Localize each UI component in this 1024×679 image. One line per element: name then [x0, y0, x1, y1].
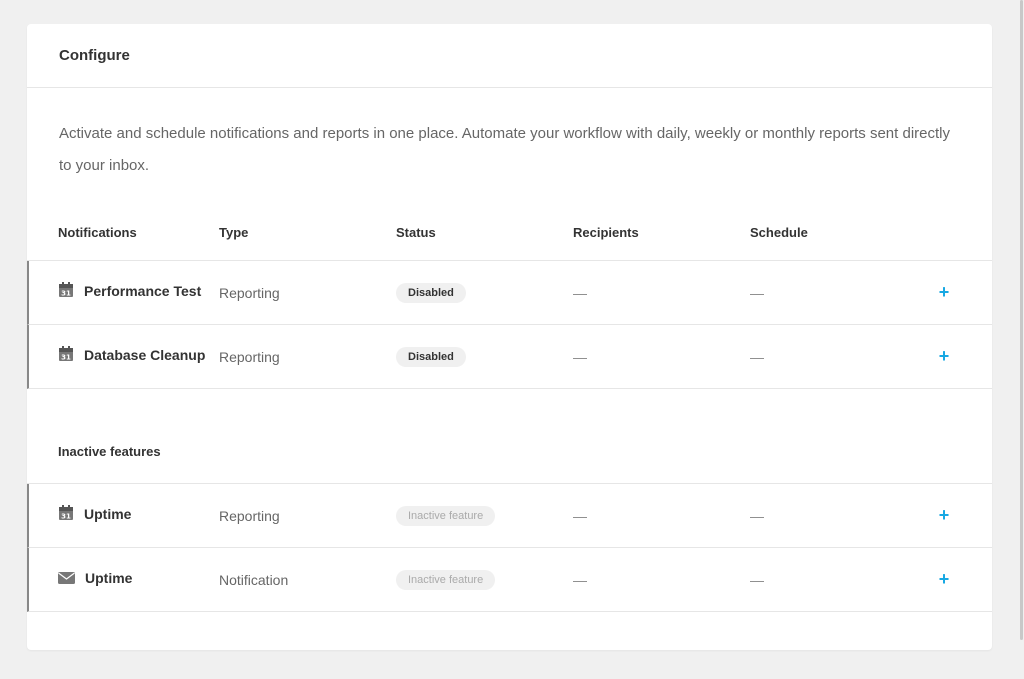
row-recipients: — [573, 507, 587, 524]
add-button[interactable]: + [936, 569, 952, 590]
row-schedule: — [750, 348, 764, 365]
row-name-cell: 31 Performance Test [29, 279, 219, 306]
table-row[interactable]: Uptime Notification Inactive feature — —… [27, 548, 992, 612]
row-schedule: — [750, 284, 764, 301]
calendar-icon: 31 [58, 281, 74, 306]
row-name: Uptime [84, 506, 132, 522]
add-button[interactable]: + [936, 282, 952, 303]
table-row[interactable]: 31 Uptime Reporting Inactive feature — —… [27, 484, 992, 548]
calendar-icon: 31 [58, 504, 74, 529]
card-header: Configure [27, 24, 992, 88]
status-badge: Inactive feature [396, 569, 496, 590]
status-badge: Inactive feature [396, 505, 496, 526]
row-recipients: — [573, 284, 587, 301]
table-header: Notifications Type Status Recipients Sch… [27, 204, 992, 261]
row-name: Uptime [85, 570, 133, 586]
row-type: Notification [219, 571, 289, 588]
svg-text:31: 31 [61, 290, 71, 298]
mail-icon [58, 568, 75, 593]
header-type: Type [219, 224, 249, 240]
row-type: Reporting [219, 348, 280, 365]
row-name: Database Cleanup [84, 347, 206, 363]
row-type: Reporting [219, 507, 280, 524]
svg-text:31: 31 [61, 354, 71, 362]
header-status: Status [396, 224, 436, 240]
row-name-cell: 31 Uptime [29, 502, 219, 529]
header-schedule: Schedule [750, 224, 808, 240]
row-name-cell: 31 Database Cleanup [29, 343, 219, 370]
table-row[interactable]: 31 Performance Test Reporting Disabled —… [27, 261, 992, 325]
row-name: Performance Test [84, 283, 202, 299]
row-type: Reporting [219, 284, 280, 301]
header-recipients: Recipients [573, 224, 639, 240]
row-schedule: — [750, 571, 764, 588]
status-badge: Disabled [396, 346, 466, 367]
svg-text:31: 31 [61, 513, 71, 521]
inactive-features-title: Inactive features [27, 389, 992, 484]
add-button[interactable]: + [936, 505, 952, 526]
table-row[interactable]: 31 Database Cleanup Reporting Disabled —… [27, 325, 992, 389]
card-description: Activate and schedule notifications and … [59, 125, 950, 174]
row-recipients: — [573, 571, 587, 588]
status-badge: Disabled [396, 282, 466, 303]
row-name-cell: Uptime [29, 566, 219, 593]
row-recipients: — [573, 348, 587, 365]
add-button[interactable]: + [936, 346, 952, 367]
header-notifications: Notifications [58, 224, 137, 240]
scrollbar-thumb[interactable] [1020, 0, 1023, 640]
card-title: Configure [59, 47, 130, 64]
row-schedule: — [750, 507, 764, 524]
configure-card: Configure Activate and schedule notifica… [27, 24, 992, 650]
calendar-icon: 31 [58, 345, 74, 370]
